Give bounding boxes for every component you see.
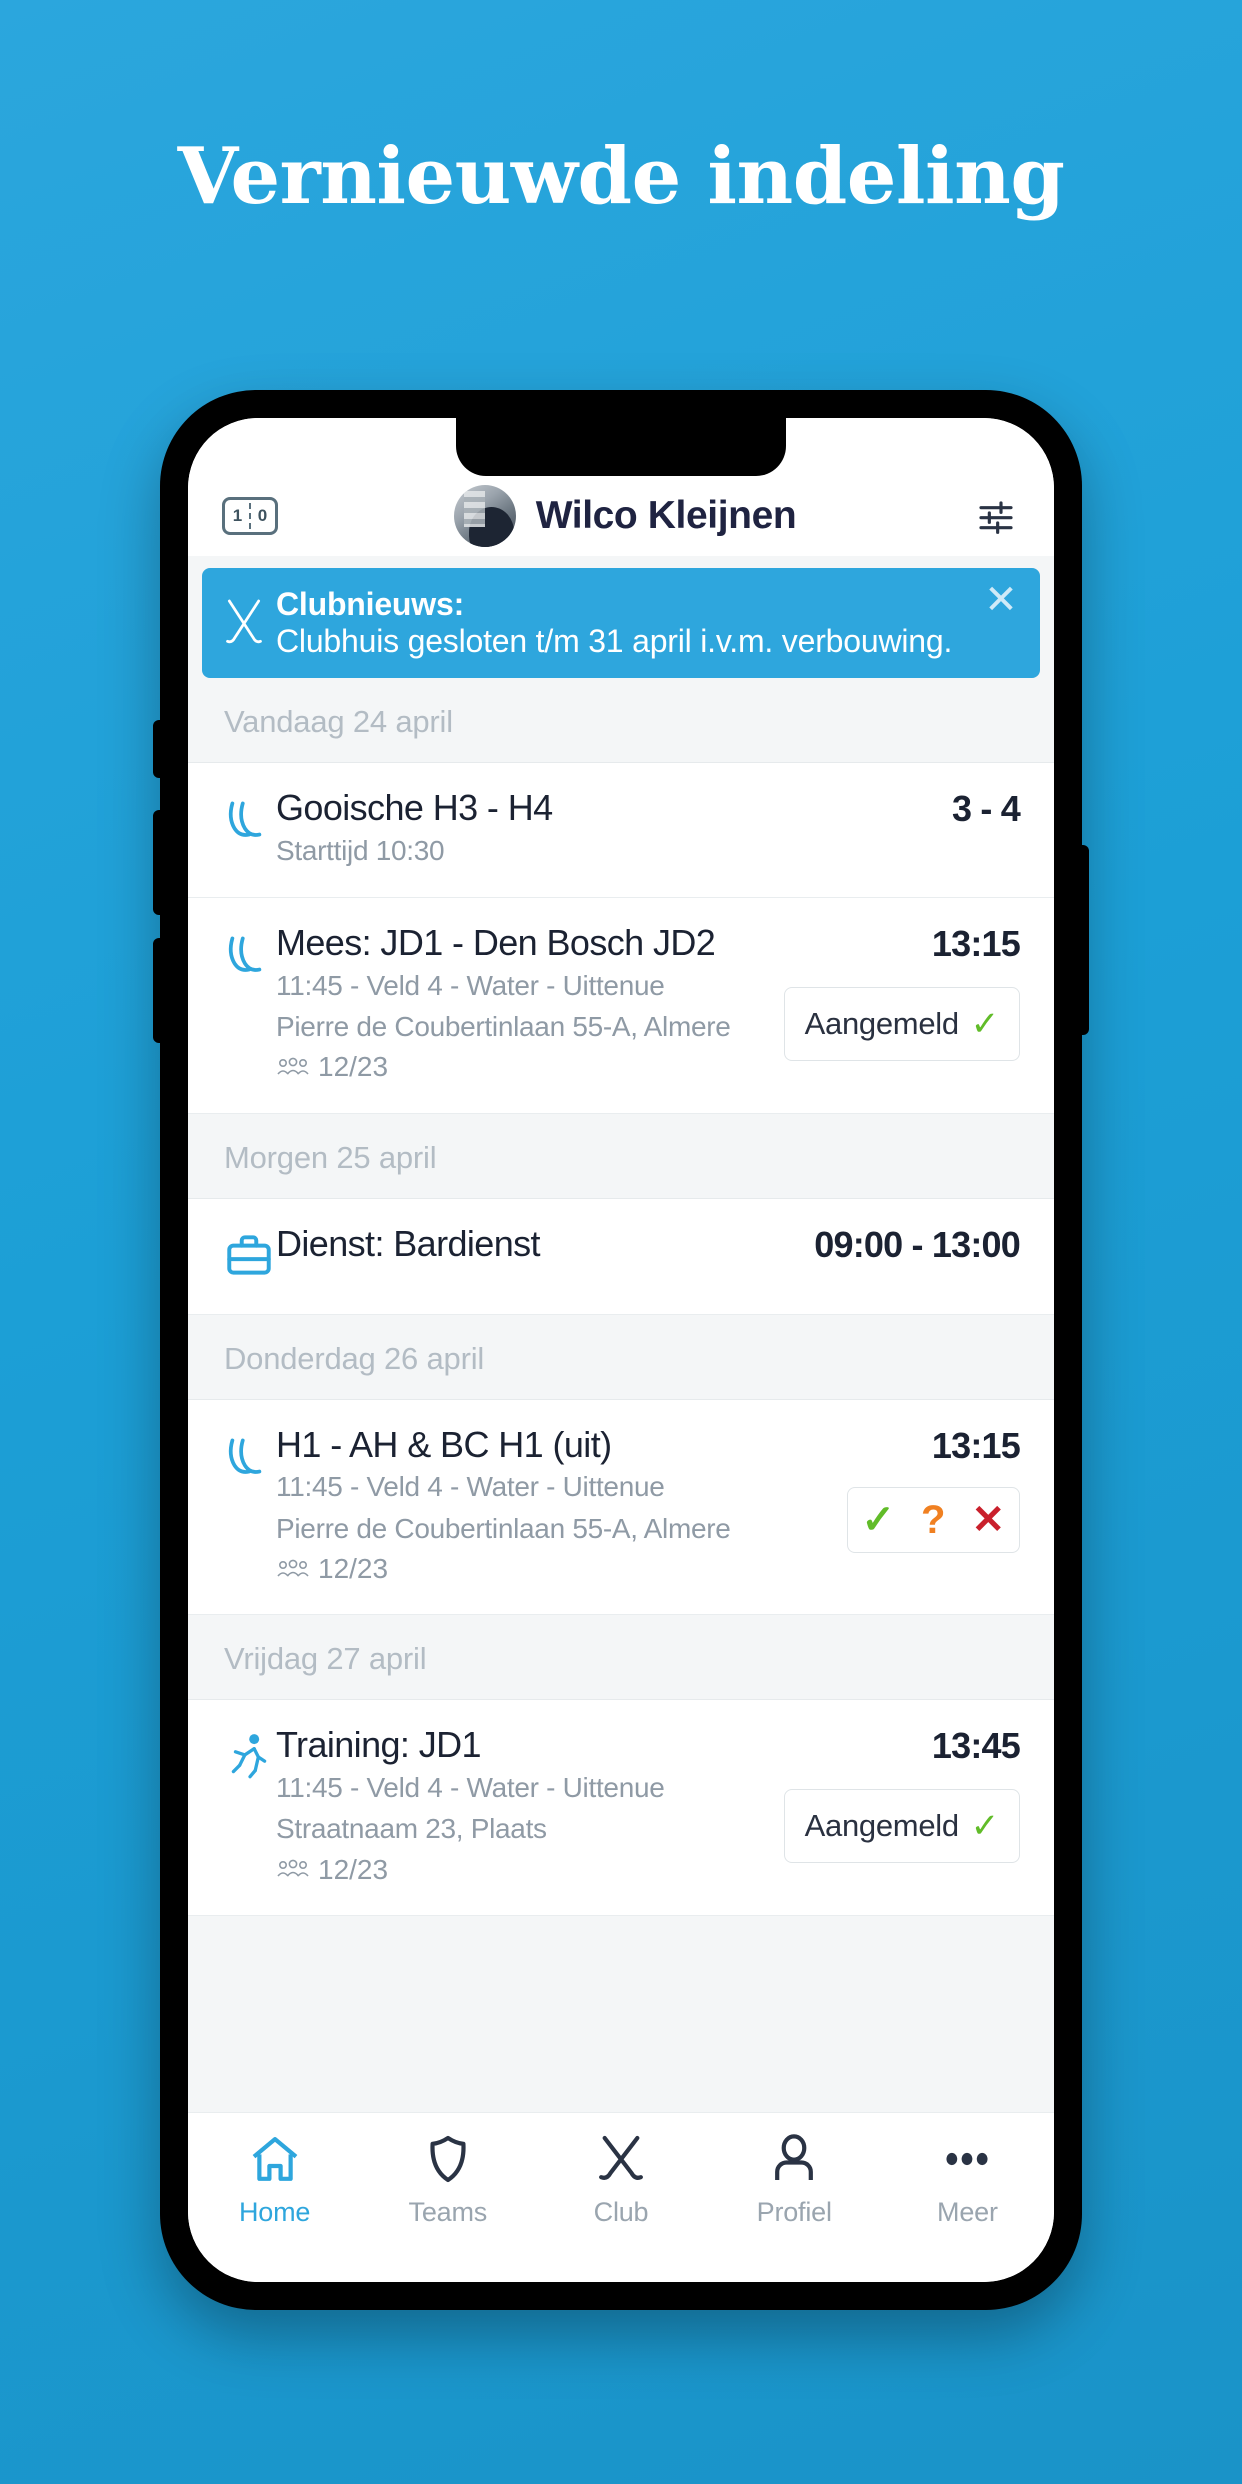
event-title: H1 - AH & BC H1 (uit) xyxy=(276,1423,612,1465)
ellipsis-icon xyxy=(946,2152,988,2166)
mute-switch[interactable] xyxy=(153,720,162,778)
attendance-count: 12/23 xyxy=(318,1853,389,1885)
check-icon: ✓ xyxy=(970,1807,1000,1846)
signup-status-button[interactable]: Aangemeld ✓ xyxy=(783,987,1020,1062)
day-header: Vrijdag 27 april xyxy=(188,1615,1054,1701)
people-icon xyxy=(277,1057,309,1075)
event-location: Pierre de Coubertinlaan 55-A, Almere xyxy=(276,1011,731,1043)
signup-status-label: Aangemeld xyxy=(804,1006,959,1042)
event-title: Gooische H3 - H4 xyxy=(276,787,553,829)
signup-status-button[interactable]: Aangemeld ✓ xyxy=(783,1789,1020,1864)
hockey-sticks-icon xyxy=(222,922,276,1087)
event-title: Mees: JD1 - Den Bosch JD2 xyxy=(276,922,716,964)
tab-home[interactable]: Home xyxy=(188,2131,361,2228)
event-time: 13:15 xyxy=(931,1424,1021,1466)
tab-label: Profiel xyxy=(756,2197,832,2227)
score-left: 1 xyxy=(232,506,243,525)
attendance-count: 12/23 xyxy=(318,1553,389,1584)
list-filler xyxy=(188,1915,1054,2112)
list-item[interactable]: Gooische H3 - H4 Starttijd 10:30 3 - 4 xyxy=(188,763,1054,899)
notch xyxy=(456,418,786,476)
check-icon: ✓ xyxy=(970,1005,1000,1044)
signup-status-label: Aangemeld xyxy=(804,1808,959,1844)
attendance-count: 12/23 xyxy=(318,1051,389,1083)
event-list[interactable]: Clubnieuws: Clubhuis gesloten t/m 31 apr… xyxy=(188,556,1054,2112)
hockey-sticks-icon xyxy=(222,787,276,871)
volume-down-button[interactable] xyxy=(153,938,162,1043)
tab-profiel[interactable]: Profiel xyxy=(708,2131,881,2228)
event-time: 13:45 xyxy=(931,1725,1021,1767)
news-message: Clubhuis gesloten t/m 31 april i.v.m. ve… xyxy=(276,623,953,660)
tab-teams[interactable]: Teams xyxy=(361,2131,534,2228)
news-title: Clubnieuws: xyxy=(276,586,465,622)
crossed-sticks-icon xyxy=(599,2135,643,2180)
event-title: Training: JD1 xyxy=(276,1724,482,1766)
day-header: Morgen 25 april xyxy=(188,1113,1054,1199)
phone-screen: 1 0 Wilco Kleijnen Clubnieuws: Clubhuis … xyxy=(188,418,1054,2282)
event-subtitle: 11:45 - Veld 4 - Water - Uittenue xyxy=(276,1471,665,1503)
event-score: 3 - 4 xyxy=(951,788,1021,830)
close-icon[interactable]: ✕ xyxy=(980,580,1022,624)
rsvp-yes-icon[interactable]: ✓ xyxy=(862,1500,896,1540)
power-button[interactable] xyxy=(1080,845,1089,1035)
people-icon xyxy=(277,1559,309,1577)
attendance: 12/23 xyxy=(276,1850,782,1889)
avatar[interactable] xyxy=(453,485,516,547)
event-location: Pierre de Coubertinlaan 55-A, Almere xyxy=(276,1512,731,1544)
scoreboard-divider xyxy=(249,503,251,529)
volume-up-button[interactable] xyxy=(153,810,162,915)
tab-club[interactable]: Club xyxy=(534,2131,707,2228)
rsvp-button-group[interactable]: ✓ ? ✕ xyxy=(846,1486,1020,1553)
tab-meer[interactable]: Meer xyxy=(881,2131,1054,2228)
event-subtitle: 11:45 - Veld 4 - Water - Uittenue xyxy=(276,969,665,1001)
user-name: Wilco Kleijnen xyxy=(535,494,797,537)
attendance: 12/23 xyxy=(276,1549,782,1588)
header-user[interactable]: Wilco Kleijnen xyxy=(278,485,972,547)
tab-label: Meer xyxy=(937,2197,998,2227)
list-item[interactable]: Training: JD1 11:45 - Veld 4 - Water - U… xyxy=(188,1700,1054,1916)
running-person-icon xyxy=(222,1724,276,1889)
sliders-icon[interactable] xyxy=(972,496,1020,536)
list-item[interactable]: Mees: JD1 - Den Bosch JD2 11:45 - Veld 4… xyxy=(188,898,1054,1114)
shield-icon xyxy=(430,2135,466,2183)
event-title: Dienst: Bardienst xyxy=(276,1222,541,1264)
club-news-banner[interactable]: Clubnieuws: Clubhuis gesloten t/m 31 apr… xyxy=(202,568,1040,679)
crossed-hockey-sticks-icon xyxy=(226,599,262,644)
score-right: 0 xyxy=(257,506,268,525)
phone-frame: 1 0 Wilco Kleijnen Clubnieuws: Clubhuis … xyxy=(153,390,1089,2310)
people-icon xyxy=(277,1859,309,1877)
event-subtitle: Starttijd 10:30 xyxy=(276,834,445,866)
list-item[interactable]: Dienst: Bardienst 09:00 - 13:00 xyxy=(188,1198,1054,1315)
rsvp-no-icon[interactable]: ✕ xyxy=(971,1500,1005,1540)
day-header: Donderdag 26 april xyxy=(188,1314,1054,1400)
tab-label: Teams xyxy=(408,2197,488,2227)
rsvp-maybe-icon[interactable]: ? xyxy=(921,1500,945,1540)
scoreboard-icon[interactable]: 1 0 xyxy=(222,497,278,535)
briefcase-icon xyxy=(222,1223,276,1288)
tab-label: Home xyxy=(238,2197,311,2227)
event-subtitle: 11:45 - Veld 4 - Water - Uittenue xyxy=(276,1771,665,1803)
event-time: 13:15 xyxy=(931,923,1021,965)
day-header: Vandaag 24 april xyxy=(188,678,1054,764)
page-title: Vernieuwde indeling xyxy=(177,131,1065,222)
event-time: 09:00 - 13:00 xyxy=(814,1223,1021,1265)
person-icon xyxy=(775,2134,814,2180)
hockey-sticks-icon xyxy=(222,1424,276,1589)
list-item[interactable]: H1 - AH & BC H1 (uit) 11:45 - Veld 4 - W… xyxy=(188,1399,1054,1616)
home-icon xyxy=(252,2137,297,2181)
attendance: 12/23 xyxy=(276,1047,782,1086)
bottom-navigation: Home Teams Club Profiel Meer xyxy=(188,2112,1054,2282)
event-location: Straatnaam 23, Plaats xyxy=(276,1813,547,1845)
tab-label: Club xyxy=(593,2197,649,2227)
